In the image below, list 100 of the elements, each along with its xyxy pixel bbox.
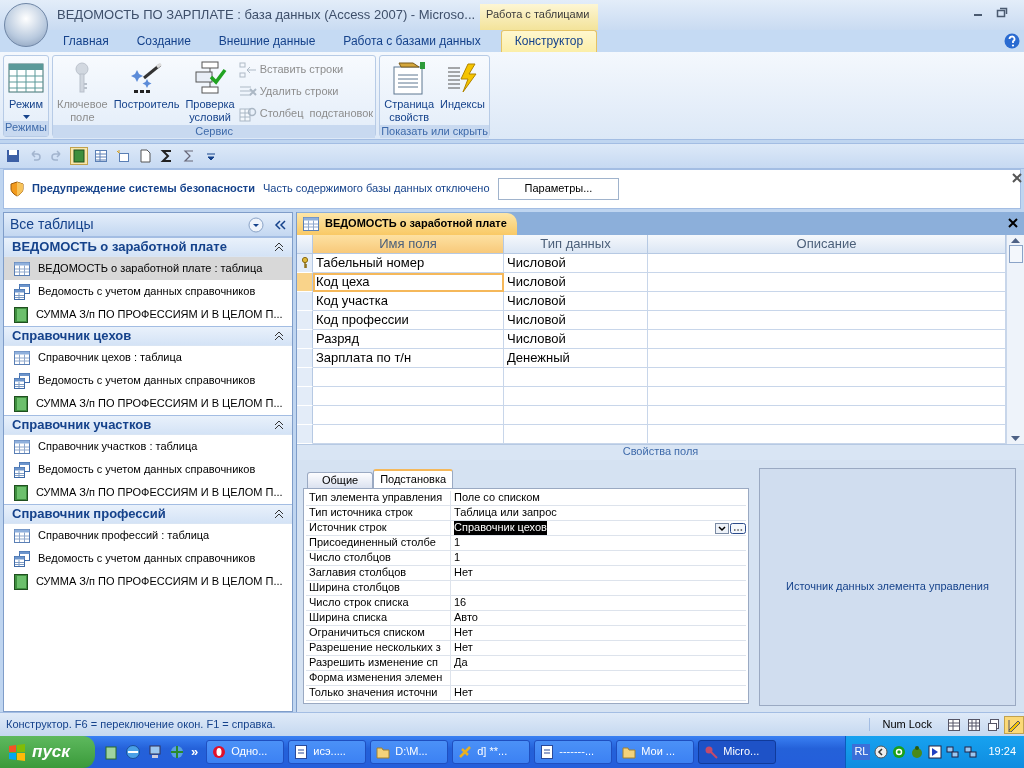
network-icon[interactable] [946, 745, 961, 759]
close-icon[interactable] [1012, 173, 1022, 183]
table-cell[interactable] [648, 368, 1006, 387]
collapse-icon[interactable] [274, 420, 284, 430]
table-cell[interactable] [504, 387, 648, 406]
table-cell[interactable] [648, 273, 1006, 292]
save-icon[interactable] [6, 149, 20, 163]
corner-cell[interactable] [297, 235, 313, 254]
nav-item[interactable]: Справочник профессий : таблица [4, 524, 292, 547]
builder-icon[interactable] [730, 522, 746, 534]
property-value[interactable]: Нет [454, 626, 473, 640]
column-header[interactable]: Тип данных [504, 235, 648, 254]
column-header[interactable]: Имя поля [313, 235, 504, 254]
ribbon-tab[interactable]: Конструктор [500, 30, 598, 52]
table-cell[interactable] [504, 406, 648, 425]
table-cell[interactable]: Код профессии [313, 311, 504, 330]
table-cell[interactable] [648, 406, 1006, 425]
property-value[interactable]: Таблица или запрос [454, 506, 557, 520]
ribbon-tab[interactable]: Главная [49, 30, 123, 52]
property-value[interactable]: Да [454, 656, 468, 670]
property-value[interactable]: 16 [454, 596, 467, 610]
nav-item[interactable]: ВЕДОМОСТЬ о заработной плате : таблица [4, 257, 292, 280]
design-view-icon[interactable] [1007, 717, 1021, 732]
nav-item[interactable]: СУММА З/п ПО ПРОФЕССИЯМ И В ЦЕЛОМ П... [4, 481, 292, 504]
network-icon[interactable] [169, 744, 185, 760]
new-table-icon[interactable] [116, 149, 130, 163]
language-indicator[interactable]: RL [852, 744, 871, 760]
ribbon-button[interactable]: Построитель [111, 58, 182, 126]
collapse-icon[interactable] [274, 509, 284, 519]
table-cell[interactable]: Табельный номер [313, 254, 504, 273]
nav-item[interactable]: Ведомость с учетом данных справочников [4, 280, 292, 303]
sum-icon[interactable] [160, 149, 174, 163]
table-cell[interactable] [648, 311, 1006, 330]
property-value[interactable]: Авто [454, 611, 478, 625]
browser-icon[interactable] [125, 744, 141, 760]
ribbon-tab[interactable]: Работа с базами данных [329, 30, 495, 52]
play-icon[interactable] [928, 745, 943, 759]
taskbar-button[interactable]: Micro... [698, 740, 777, 764]
table-cell[interactable] [648, 292, 1006, 311]
ribbon-button[interactable]: Режим [6, 58, 46, 121]
table-cell[interactable]: Числовой [504, 254, 648, 273]
table-cell[interactable] [648, 254, 1006, 273]
pivot-chart-icon[interactable] [987, 717, 1001, 732]
table-icon[interactable] [94, 149, 108, 163]
table-cell[interactable] [648, 349, 1006, 368]
property-tab[interactable]: Подстановка [373, 468, 454, 488]
property-tab[interactable]: Общие [307, 471, 374, 488]
nav-item[interactable]: Ведомость с учетом данных справочников [4, 369, 292, 392]
scrollbar-thumb[interactable] [1008, 245, 1023, 263]
pivot-table-icon[interactable] [967, 717, 981, 732]
property-value[interactable]: 1 [454, 536, 461, 550]
table-cell[interactable]: Числовой [504, 292, 648, 311]
collapse-icon[interactable] [272, 218, 288, 231]
back-icon[interactable] [874, 745, 889, 759]
table-cell[interactable]: Числовой [504, 311, 648, 330]
property-value[interactable]: 1 [454, 551, 461, 565]
table-cell[interactable]: Разряд [313, 330, 504, 349]
table-cell[interactable]: Зарплата по т/н [313, 349, 504, 368]
table-cell[interactable] [648, 387, 1006, 406]
row-selector[interactable] [297, 254, 313, 273]
nav-item[interactable]: СУММА З/п ПО ПРОФЕССИЯМ И В ЦЕЛОМ П... [4, 570, 292, 593]
dropdown-icon[interactable] [715, 522, 729, 534]
scrollbar[interactable] [1006, 235, 1024, 444]
collapse-icon[interactable] [274, 242, 284, 252]
blank-page-icon[interactable] [138, 149, 152, 163]
table-cell[interactable] [504, 368, 648, 387]
restore-icon[interactable] [996, 6, 1008, 18]
ribbon-button[interactable]: Индексы [438, 58, 487, 126]
table-cell[interactable]: Код участка [313, 292, 504, 311]
property-value[interactable]: Справочник цехов [454, 521, 547, 535]
collapse-icon[interactable] [274, 331, 284, 341]
column-header[interactable]: Описание [648, 235, 1006, 254]
table-cell[interactable] [648, 330, 1006, 349]
options-button[interactable]: Параметры... [497, 178, 620, 200]
table-cell[interactable]: Денежный [504, 349, 648, 368]
property-value[interactable]: Нет [454, 641, 473, 655]
table-cell[interactable]: Числовой [504, 273, 648, 292]
nav-item[interactable]: Ведомость с учетом данных справочников [4, 458, 292, 481]
ribbon-button[interactable]: Страница свойств [382, 58, 437, 126]
table-cell[interactable] [313, 406, 504, 425]
ribbon-tab[interactable]: Внешние данные [204, 30, 330, 52]
ribbon-tab[interactable]: Создание [122, 30, 205, 52]
report-icon[interactable] [72, 149, 86, 163]
ribbon-button[interactable]: Проверка условий [183, 58, 237, 126]
document-tab[interactable]: ВЕДОМОСТЬ о заработной плате [297, 213, 517, 235]
table-cell[interactable] [313, 387, 504, 406]
nav-item[interactable]: Ведомость с учетом данных справочников [4, 547, 292, 570]
table-cell[interactable]: Числовой [504, 330, 648, 349]
more-button[interactable]: » [191, 744, 199, 760]
property-value[interactable]: Нет [454, 686, 473, 700]
nav-item[interactable]: СУММА З/п ПО ПРОФЕССИЯМ И В ЦЕЛОМ П... [4, 303, 292, 326]
nav-item[interactable]: Справочник цехов : таблица [4, 346, 292, 369]
network-icon[interactable] [964, 745, 979, 759]
table-cell[interactable] [313, 368, 504, 387]
help-icon[interactable] [1004, 33, 1020, 49]
office-button[interactable] [4, 3, 48, 47]
property-value[interactable]: Поле со списком [454, 491, 540, 505]
table-cell[interactable]: Код цеха [313, 273, 504, 292]
property-value[interactable]: Нет [454, 566, 473, 580]
computer-icon[interactable] [147, 744, 163, 760]
